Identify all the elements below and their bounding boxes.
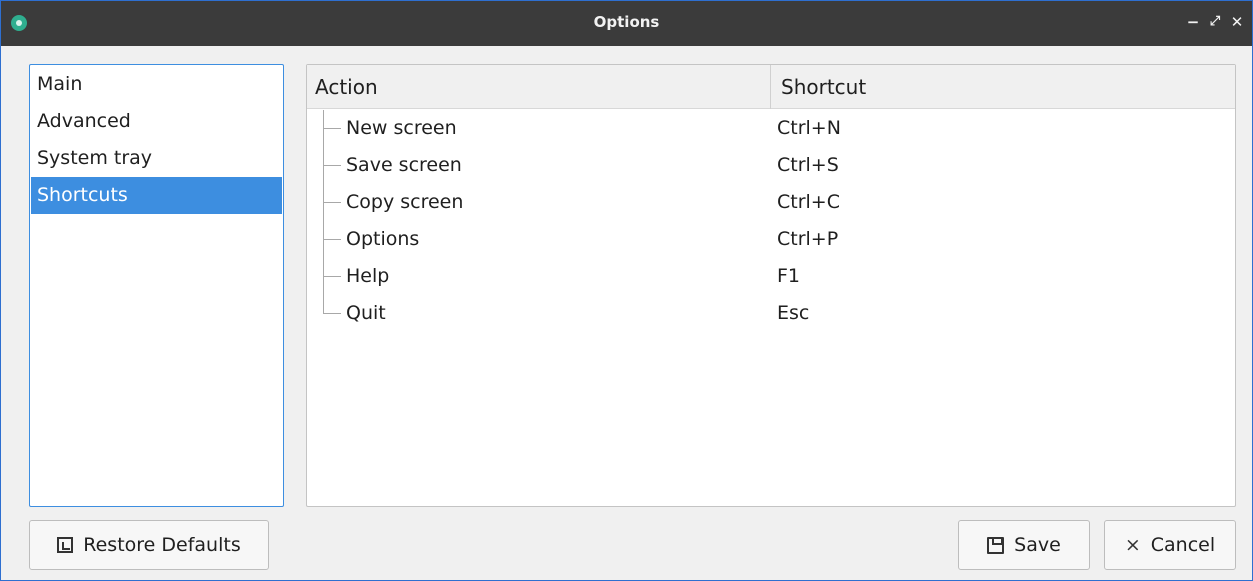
minimize-button[interactable]: − — [1184, 12, 1202, 32]
cancel-icon: × — [1124, 534, 1141, 556]
shortcut-cell[interactable]: F1 — [777, 258, 800, 295]
action-cell: Options — [346, 228, 420, 250]
save-icon — [987, 536, 1005, 554]
action-cell: Save screen — [346, 154, 462, 176]
table-row[interactable]: Options Ctrl+P — [307, 221, 1235, 258]
window-title: Options — [593, 13, 660, 31]
tree-branch-line — [323, 295, 324, 313]
save-button[interactable]: Save — [958, 520, 1090, 570]
cancel-button[interactable]: × Cancel — [1104, 520, 1236, 570]
action-cell: Help — [346, 265, 390, 287]
table-row[interactable]: Quit Esc — [307, 295, 1235, 332]
restore-icon — [57, 537, 74, 553]
sidebar-item-main[interactable]: Main — [31, 67, 282, 103]
shortcut-cell[interactable]: Ctrl+C — [777, 184, 840, 221]
tree-branch-line — [323, 313, 341, 314]
maximize-button[interactable]: ⤢ — [1206, 12, 1224, 32]
table-header: Action Shortcut — [307, 65, 1235, 109]
cancel-label: Cancel — [1150, 534, 1216, 556]
action-cell: Quit — [346, 302, 386, 324]
tree-branch-line — [323, 165, 341, 166]
shortcut-cell[interactable]: Ctrl+S — [777, 147, 839, 184]
shortcut-cell[interactable]: Ctrl+N — [777, 110, 841, 147]
table-row[interactable]: Copy screen Ctrl+C — [307, 184, 1235, 221]
column-header-action[interactable]: Action — [307, 65, 771, 109]
sidebar-item-system-tray[interactable]: System tray — [31, 140, 282, 177]
options-window: Options − ⤢ ✕ Main Advanced System tray … — [0, 0, 1253, 581]
table-body: New screen Ctrl+N Save screen Ctrl+S Cop… — [307, 110, 1235, 332]
title-bar[interactable]: Options − ⤢ ✕ — [1, 1, 1252, 46]
close-button[interactable]: ✕ — [1228, 12, 1246, 32]
sidebar-item-advanced[interactable]: Advanced — [31, 103, 282, 140]
restore-defaults-label: Restore Defaults — [83, 534, 241, 556]
table-row[interactable]: New screen Ctrl+N — [307, 110, 1235, 147]
shortcuts-table: Action Shortcut New screen Ctrl+N Save s… — [306, 64, 1236, 507]
column-header-shortcut[interactable]: Shortcut — [771, 65, 1235, 109]
shortcut-cell[interactable]: Ctrl+P — [777, 221, 838, 258]
table-row[interactable]: Save screen Ctrl+S — [307, 147, 1235, 184]
sidebar-item-shortcuts[interactable]: Shortcuts — [31, 177, 282, 214]
save-label: Save — [1014, 534, 1061, 556]
restore-defaults-button[interactable]: Restore Defaults — [29, 520, 269, 570]
shortcut-cell[interactable]: Esc — [777, 295, 809, 332]
action-cell: New screen — [346, 117, 457, 139]
action-cell: Copy screen — [346, 191, 464, 213]
table-row[interactable]: Help F1 — [307, 258, 1235, 295]
tree-branch-line — [323, 128, 341, 129]
tree-branch-line — [323, 239, 341, 240]
options-category-list[interactable]: Main Advanced System tray Shortcuts — [29, 64, 284, 507]
tree-branch-line — [323, 276, 341, 277]
tree-branch-line — [323, 202, 341, 203]
